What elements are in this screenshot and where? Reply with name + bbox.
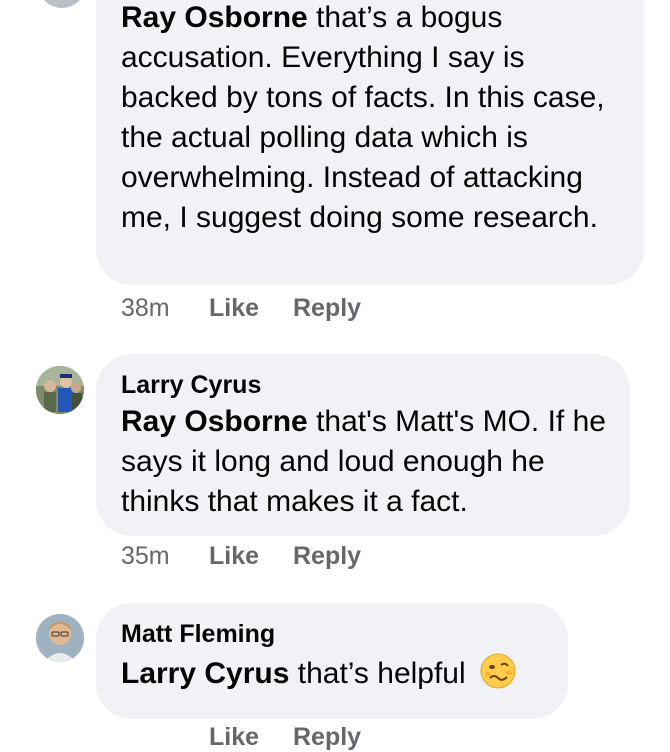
mention-link[interactable]: Ray Osborne (121, 1, 308, 34)
reply-button[interactable]: Reply (293, 722, 361, 752)
mention-link[interactable]: Ray Osborne (121, 405, 308, 438)
comment-actions: Like Reply (121, 722, 361, 752)
comment-actions: 35m Like Reply (121, 541, 361, 571)
woozy-face-emoji-icon (480, 653, 516, 689)
comment-author[interactable]: Larry Cyrus (121, 370, 606, 400)
comment-timestamp[interactable]: 38m (121, 293, 209, 323)
like-button[interactable]: Like (209, 293, 293, 323)
comment-text: Ray Osborne that’s a bogus accusation. E… (121, 0, 620, 238)
comment-bubble: Larry Cyrus Ray Osborne that's Matt's MO… (96, 354, 630, 536)
comment-bubble: Ray Osborne that’s a bogus accusation. E… (96, 0, 644, 285)
like-button[interactable]: Like (209, 541, 293, 571)
avatar[interactable] (36, 366, 84, 414)
comment-bubble: Matt Fleming Larry Cyrus that’s helpful (96, 603, 568, 719)
comment-body: that’s a bogus accusation. Everything I … (121, 1, 605, 234)
comment-body: that’s helpful (289, 657, 474, 690)
avatar[interactable] (38, 0, 86, 8)
comment-text: Ray Osborne that's Matt's MO. If he says… (121, 402, 606, 522)
avatar[interactable] (36, 614, 84, 662)
user-photo-icon (36, 614, 84, 662)
comment-text: Larry Cyrus that’s helpful (121, 653, 544, 694)
comment-author[interactable]: Matt Fleming (121, 619, 544, 649)
reply-button[interactable]: Reply (293, 293, 361, 323)
reply-button[interactable]: Reply (293, 541, 361, 571)
mention-link[interactable]: Larry Cyrus (121, 657, 289, 690)
comment-actions: 38m Like Reply (121, 293, 361, 323)
like-button[interactable]: Like (209, 722, 293, 752)
user-photo-icon (36, 366, 84, 414)
comment-timestamp[interactable]: 35m (121, 541, 209, 571)
